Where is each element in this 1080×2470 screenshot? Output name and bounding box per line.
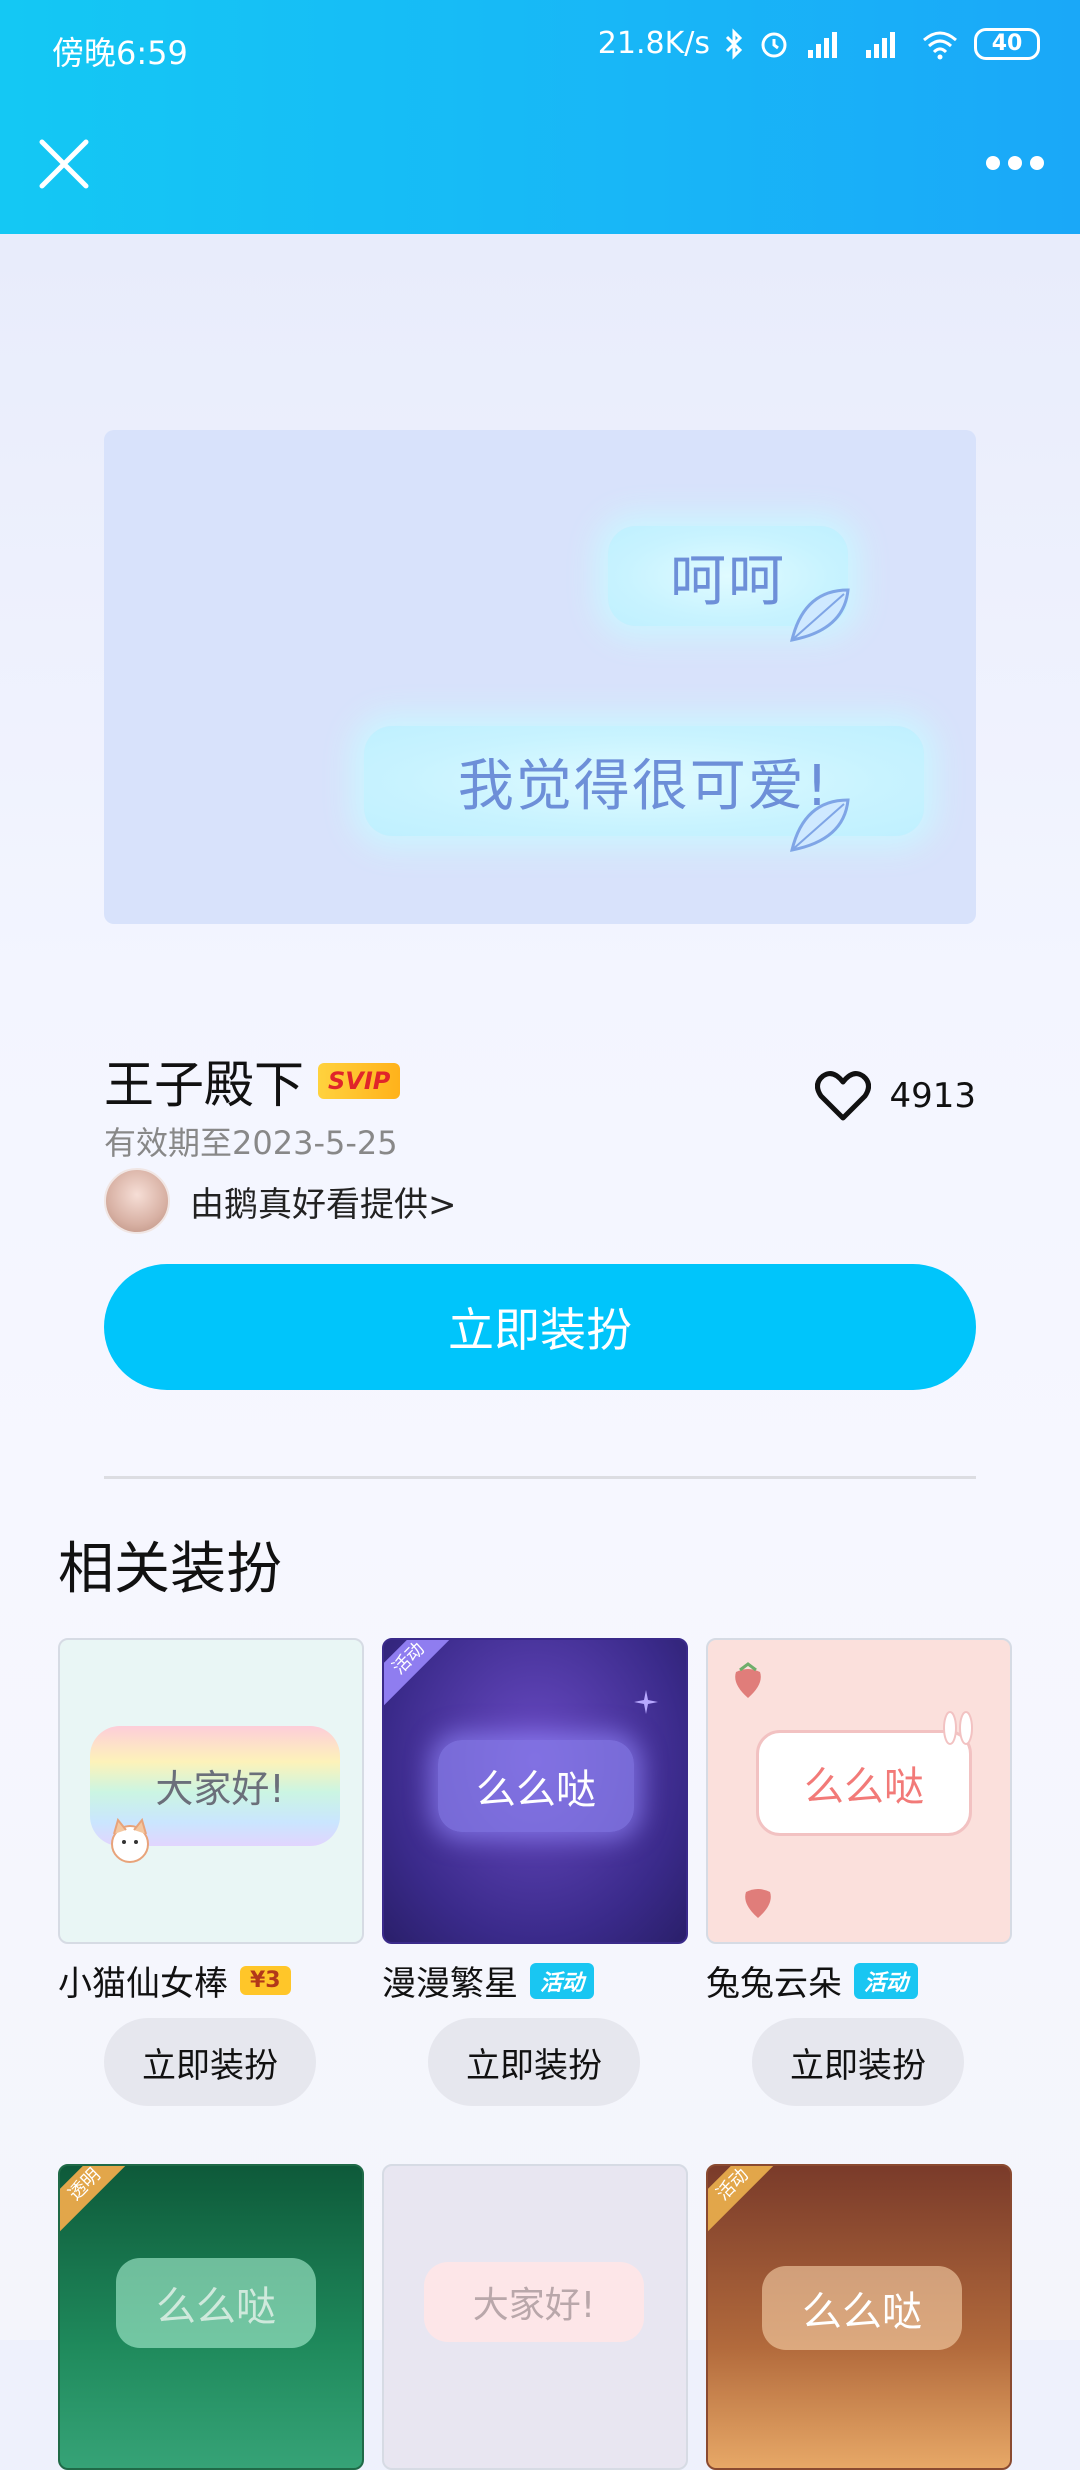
leaf-icon — [789, 588, 850, 642]
related-thumb: 么么哒 — [706, 1638, 1012, 1944]
more-icon[interactable] — [986, 148, 1050, 178]
signal-icon — [808, 31, 837, 58]
related-card[interactable]: 么么哒 兔兔云朵 活动 立即装扮 — [706, 1638, 1012, 2106]
svip-badge: SVIP — [318, 1063, 401, 1099]
provider-link[interactable]: 由鹅真好看提供> — [104, 1168, 457, 1234]
item-title: 王子殿下 — [104, 1056, 304, 1114]
star-icon — [634, 1690, 658, 1714]
divider — [104, 1476, 976, 1479]
related-card[interactable]: 活动 么么哒 漫漫繁星 活动 立即装扮 — [382, 1638, 688, 2106]
thumb-bubble-text: 么么哒 — [116, 2258, 316, 2348]
related-thumb: 活动 么么哒 — [382, 1638, 688, 1944]
top-bar: 傍晚6:59 21.8K/s 40 — [0, 0, 1080, 234]
corner-ribbon: 透明 — [60, 2166, 135, 2235]
corner-ribbon: 活动 — [384, 1640, 459, 1709]
related-thumb: 大家好! — [58, 1638, 364, 1944]
card-apply-button[interactable]: 立即装扮 — [428, 2018, 640, 2106]
like-button[interactable]: 4913 — [815, 1070, 976, 1122]
avatar — [104, 1168, 170, 1234]
bubble-preview: 呵呵 我觉得很可爱! — [104, 430, 976, 924]
card-apply-button[interactable]: 立即装扮 — [104, 2018, 316, 2106]
status-bar: 傍晚6:59 21.8K/s 40 — [0, 0, 1080, 96]
net-speed: 21.8K/s — [597, 26, 710, 61]
alarm-icon — [761, 32, 787, 57]
related-card[interactable]: 大家好! 小猫仙女棒 ¥3 立即装扮 — [58, 1638, 364, 2106]
close-icon[interactable] — [36, 136, 92, 192]
heart-icon — [815, 1071, 872, 1121]
like-count: 4913 — [889, 1076, 976, 1116]
related-thumb: 活动 么么哒 — [706, 2164, 1012, 2470]
card-name: 兔兔云朵 — [706, 1964, 842, 2004]
card-name-row: 兔兔云朵 活动 — [706, 1956, 1012, 2005]
item-title-row: 王子殿下 SVIP — [104, 1045, 401, 1117]
related-card[interactable]: 大家好! — [382, 2164, 688, 2470]
card-name-row: 漫漫繁星 活动 — [382, 1956, 688, 2005]
related-card[interactable]: 透明 么么哒 — [58, 2164, 364, 2470]
event-badge: 活动 — [854, 1962, 919, 1999]
card-name-row: 小猫仙女棒 ¥3 — [58, 1956, 364, 2005]
bunny-ears-icon — [943, 1711, 973, 1745]
related-card[interactable]: 活动 么么哒 — [706, 2164, 1012, 2470]
leaf-icon-2 — [789, 798, 850, 852]
event-badge: 活动 — [530, 1962, 595, 1999]
thumb-bubble-text: 么么哒 — [762, 2266, 962, 2350]
related-thumb: 大家好! — [382, 2164, 688, 2470]
status-icons: 21.8K/s 40 — [598, 26, 1040, 61]
thumb-bubble-text: 么么哒 — [438, 1740, 634, 1832]
cat-icon — [111, 1817, 149, 1863]
battery-indicator: 40 — [974, 27, 1040, 60]
related-title: 相关装扮 — [58, 1537, 282, 1602]
corner-ribbon: 活动 — [708, 2166, 783, 2235]
related-thumb: 透明 么么哒 — [58, 2164, 364, 2470]
card-name: 小猫仙女棒 — [58, 1964, 228, 2004]
validity-text: 有效期至2023-5-25 — [104, 1124, 398, 1162]
signal-icon-2 — [866, 31, 895, 58]
strawberry-icon — [735, 1662, 761, 1698]
status-time: 傍晚6:59 — [52, 34, 188, 72]
strawberry-icon-2 — [745, 1889, 771, 1918]
price-badge: ¥3 — [240, 1966, 291, 1995]
wifi-icon — [923, 31, 957, 59]
thumb-bubble-text: 大家好! — [424, 2262, 644, 2342]
provider-text: 由鹅真好看提供> — [190, 1184, 457, 1225]
apply-button[interactable]: 立即装扮 — [104, 1264, 976, 1390]
card-apply-button[interactable]: 立即装扮 — [752, 2018, 964, 2106]
card-name: 漫漫繁星 — [382, 1964, 518, 2004]
bluetooth-icon — [725, 27, 743, 60]
content: 呵呵 我觉得很可爱! 王子殿下 SVIP 4913 有效期至2023-5-25 … — [0, 234, 1080, 2470]
